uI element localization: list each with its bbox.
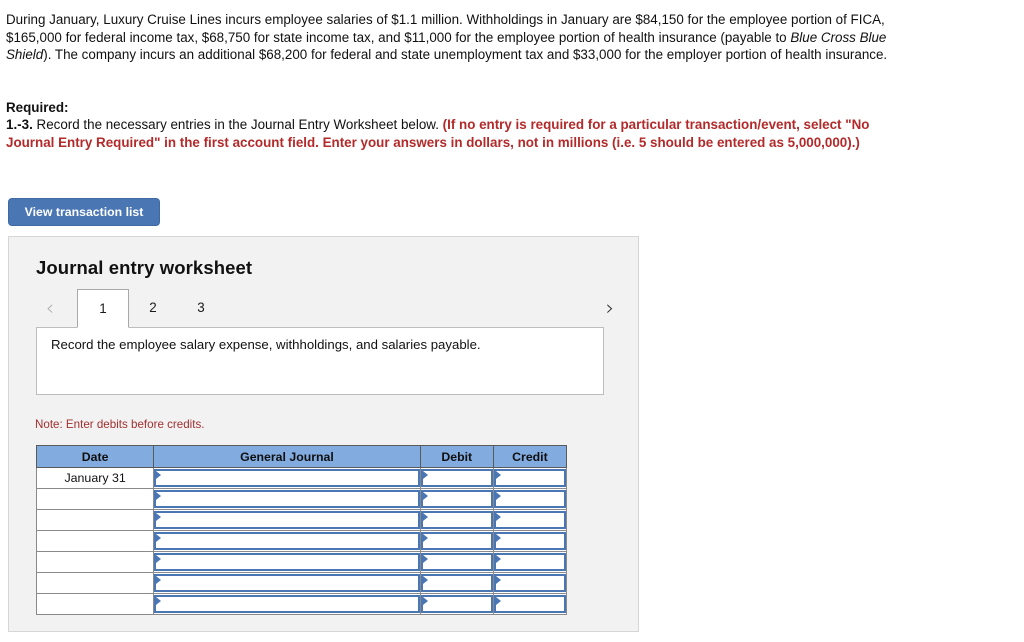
- dropdown-triangle-icon: [495, 492, 501, 500]
- dropdown-triangle-icon: [422, 534, 428, 542]
- previous-tab-chevron-icon[interactable]: ‹: [39, 295, 61, 323]
- dropdown-triangle-icon: [422, 471, 428, 479]
- table-header-row: Date General Journal Debit Credit: [35, 445, 568, 468]
- tab-1[interactable]: 1: [77, 289, 129, 328]
- debit-input[interactable]: [419, 467, 494, 489]
- dropdown-triangle-icon: [156, 555, 162, 563]
- required-number: 1.-3.: [6, 117, 33, 133]
- general-journal-input[interactable]: [153, 551, 421, 573]
- dropdown-triangle-icon: [495, 513, 501, 521]
- column-header-debit: Debit: [419, 445, 494, 468]
- dropdown-triangle-icon: [422, 555, 428, 563]
- dropdown-triangle-icon: [495, 555, 501, 563]
- transaction-description-box: Record the employee salary expense, with…: [36, 327, 604, 395]
- debit-input[interactable]: [419, 488, 494, 510]
- table-row: [35, 551, 568, 573]
- dropdown-triangle-icon: [495, 576, 501, 584]
- general-journal-input[interactable]: [153, 572, 421, 594]
- table-row: [35, 593, 568, 615]
- column-header-credit: Credit: [492, 445, 568, 468]
- problem-statement: During January, Luxury Cruise Lines incu…: [6, 11, 904, 64]
- table-row: [35, 509, 568, 531]
- debit-input[interactable]: [419, 509, 494, 531]
- table-row: [35, 530, 568, 552]
- general-journal-input[interactable]: [153, 488, 421, 510]
- column-header-general-journal: General Journal: [153, 445, 421, 468]
- dropdown-triangle-icon: [422, 597, 428, 605]
- date-cell[interactable]: January 31: [35, 467, 155, 489]
- problem-text-part-1: During January, Luxury Cruise Lines incu…: [6, 12, 885, 45]
- dropdown-triangle-icon: [156, 492, 162, 500]
- date-cell[interactable]: [35, 551, 155, 573]
- dropdown-triangle-icon: [156, 471, 162, 479]
- debit-input[interactable]: [419, 530, 494, 552]
- table-row: [35, 572, 568, 594]
- required-instruction-line: 1.-3. Record the necessary entries in th…: [6, 116, 904, 151]
- tab-3[interactable]: 3: [177, 289, 225, 328]
- debit-input[interactable]: [419, 572, 494, 594]
- general-journal-input[interactable]: [153, 530, 421, 552]
- date-cell[interactable]: [35, 572, 155, 594]
- problem-text-part-2: ). The company incurs an additional $68,…: [43, 47, 888, 63]
- date-cell[interactable]: [35, 593, 155, 615]
- dropdown-triangle-icon: [422, 576, 428, 584]
- credit-input[interactable]: [492, 593, 568, 615]
- tab-2[interactable]: 2: [129, 289, 177, 328]
- required-label: Required:: [6, 100, 69, 115]
- table-row: [35, 488, 568, 510]
- credit-input[interactable]: [492, 509, 568, 531]
- view-transaction-list-button[interactable]: View transaction list: [8, 198, 160, 226]
- dropdown-triangle-icon: [495, 597, 501, 605]
- credit-input[interactable]: [492, 488, 568, 510]
- dropdown-triangle-icon: [422, 513, 428, 521]
- debits-before-credits-note: Note: Enter debits before credits.: [35, 418, 205, 431]
- credit-input[interactable]: [492, 551, 568, 573]
- date-cell[interactable]: [35, 488, 155, 510]
- credit-input[interactable]: [492, 572, 568, 594]
- dropdown-triangle-icon: [495, 534, 501, 542]
- credit-input[interactable]: [492, 467, 568, 489]
- required-instruction: Record the necessary entries in the Jour…: [32, 117, 443, 133]
- journal-entry-worksheet-panel: Journal entry worksheet ‹ › 1 2 3 Record…: [8, 236, 639, 632]
- date-cell[interactable]: [35, 530, 155, 552]
- dropdown-triangle-icon: [156, 597, 162, 605]
- general-journal-input[interactable]: [153, 593, 421, 615]
- credit-input[interactable]: [492, 530, 568, 552]
- worksheet-tabstrip: ‹ › 1 2 3: [9, 289, 638, 329]
- next-tab-chevron-icon[interactable]: ›: [599, 295, 621, 323]
- column-header-date: Date: [35, 445, 155, 468]
- dropdown-triangle-icon: [156, 513, 162, 521]
- date-cell[interactable]: [35, 509, 155, 531]
- debit-input[interactable]: [419, 551, 494, 573]
- general-journal-input[interactable]: [153, 509, 421, 531]
- dropdown-triangle-icon: [156, 534, 162, 542]
- table-row: January 31: [35, 467, 568, 489]
- dropdown-triangle-icon: [156, 576, 162, 584]
- general-journal-input[interactable]: [153, 467, 421, 489]
- dropdown-triangle-icon: [422, 492, 428, 500]
- debit-input[interactable]: [419, 593, 494, 615]
- required-block: Required: 1.-3. Record the necessary ent…: [6, 99, 904, 151]
- transaction-description-text: Record the employee salary expense, with…: [51, 337, 481, 352]
- page-title: Journal entry worksheet: [36, 257, 253, 278]
- dropdown-triangle-icon: [495, 471, 501, 479]
- journal-entry-table: Date General Journal Debit Credit Januar…: [35, 445, 568, 615]
